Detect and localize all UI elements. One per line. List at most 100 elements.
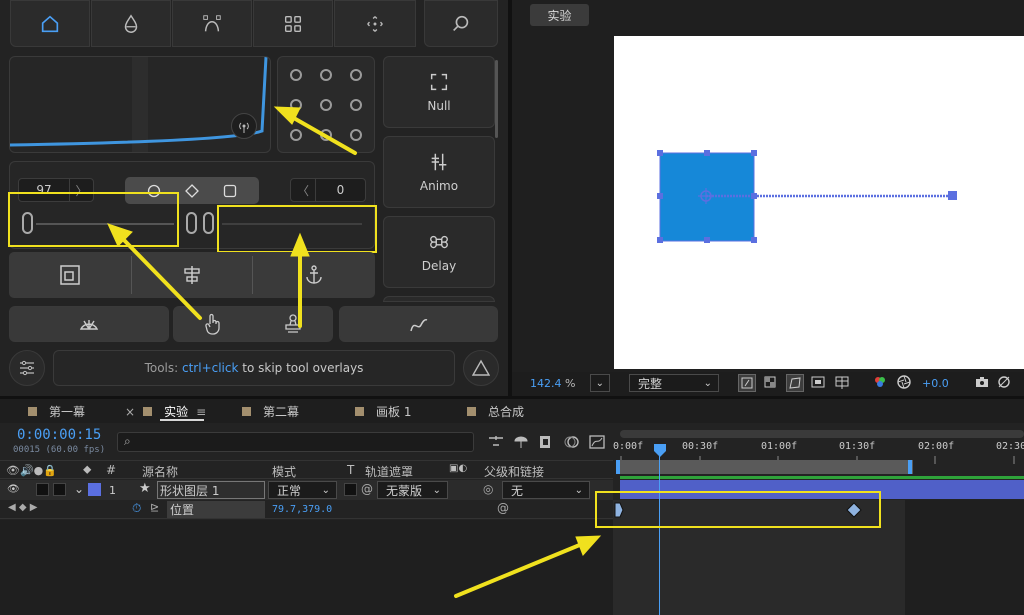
color-management-button[interactable] (896, 374, 914, 392)
curve-button[interactable] (339, 306, 498, 342)
viewer-toolbar: 142.4 % ⌄ 完整 ⌄ +0.0 (512, 372, 1024, 396)
drop-tool-button[interactable] (91, 0, 171, 47)
snapshot-button[interactable] (974, 374, 992, 392)
channels-button[interactable] (872, 374, 890, 392)
mask-visibility-button[interactable] (786, 374, 804, 392)
track-matte-dropdown[interactable]: 无蒙版 ⌄ (377, 481, 448, 499)
tab-scene-1[interactable]: 第一幕 (28, 403, 85, 420)
graph-toggle-icon[interactable]: ⊵ (150, 501, 159, 514)
tab-scene-2[interactable]: 第二幕 (242, 403, 299, 420)
tab-artboard-1[interactable]: 画板 1 (355, 403, 411, 420)
layer-label-color[interactable] (88, 483, 101, 496)
expression-pickwhip-icon[interactable]: @ (497, 501, 509, 515)
anchor-grid[interactable] (277, 56, 375, 153)
zoom-dropdown[interactable]: ⌄ (590, 374, 610, 392)
anchor-dot[interactable] (290, 129, 302, 141)
settings-button[interactable] (9, 350, 45, 386)
anchor-dot[interactable] (350, 129, 362, 141)
solo-switch[interactable] (36, 483, 49, 496)
keyframe-navigator-icons[interactable]: ◀ ◆ ▶ (8, 502, 37, 513)
comp-tab[interactable]: 实验 (530, 4, 589, 26)
show-snapshot-button[interactable] (996, 374, 1014, 392)
close-icon[interactable]: × (125, 405, 135, 419)
anchor-dot[interactable] (320, 129, 332, 141)
hand-tool-button[interactable] (173, 306, 253, 342)
pickwhip-icon[interactable]: ◎ (483, 482, 493, 496)
square-shape-icon[interactable] (223, 184, 237, 198)
shape-layer-preview[interactable] (614, 36, 1024, 369)
header-t: T (347, 463, 355, 477)
tab-menu-icon[interactable]: ≡ (196, 405, 206, 419)
work-area-start[interactable] (616, 460, 620, 474)
preserve-transparency-switch[interactable] (344, 483, 357, 496)
layer-name-field[interactable]: 形状图层 1 (157, 481, 265, 499)
mid-slider-handle-b[interactable] (203, 212, 214, 234)
ease-graph[interactable] (9, 56, 271, 153)
anchor-dot[interactable] (350, 69, 362, 81)
tab-experiment[interactable]: × 实验 ≡ (125, 403, 206, 420)
parent-dropdown[interactable]: 无 ⌄ (502, 481, 590, 499)
anchor-dot[interactable] (290, 69, 302, 81)
home-icon (41, 15, 59, 32)
work-area-end[interactable] (908, 460, 912, 474)
work-area-bar[interactable] (617, 460, 913, 474)
header-mode[interactable]: 模式 (272, 463, 296, 480)
anchor-tool-button[interactable] (334, 0, 416, 47)
shy-layers-icon[interactable] (512, 433, 529, 451)
anchor-icon (306, 265, 322, 284)
current-timecode[interactable]: 0:00:00:15 (17, 427, 101, 443)
fan-button[interactable] (9, 306, 169, 342)
search-tool-button[interactable] (424, 0, 498, 47)
region-of-interest-button[interactable] (810, 374, 828, 392)
animo-button[interactable]: Animo (383, 136, 495, 208)
blend-mode-dropdown[interactable]: 正常 ⌄ (268, 481, 337, 499)
right-decrement-arrow[interactable]: 〈 (291, 182, 315, 199)
grid-guides-button[interactable] (834, 374, 852, 392)
align-button[interactable] (132, 252, 252, 298)
mid-slider-handle-a[interactable] (186, 212, 197, 234)
panel-scrollbar[interactable] (495, 60, 498, 138)
exposure-value[interactable]: +0.0 (922, 377, 949, 390)
diamond-shape-icon[interactable] (185, 183, 199, 198)
expand-chevron-icon[interactable]: ⌄ (74, 482, 84, 496)
anchor-dot[interactable] (290, 99, 302, 111)
right-value-field[interactable]: 〈 0 (290, 178, 366, 202)
more-button[interactable] (383, 296, 495, 302)
broadcast-button[interactable] (231, 113, 257, 139)
playhead-line[interactable] (659, 444, 660, 615)
grid-tool-button[interactable] (253, 0, 333, 47)
zoom-value[interactable]: 142.4 (530, 377, 562, 390)
layer-search-input[interactable]: ⌕ (117, 432, 474, 452)
playhead-marker[interactable] (654, 444, 666, 458)
stopwatch-icon[interactable]: ⏱ (132, 501, 141, 516)
header-parent-link[interactable]: 父级和链接 (484, 463, 544, 480)
bezier-tool-button[interactable] (172, 0, 252, 47)
motion-blur-icon[interactable] (563, 433, 580, 451)
matte-link-icon[interactable]: @ (361, 482, 373, 496)
anchor-dot[interactable] (350, 99, 362, 111)
anchor-point-button[interactable] (253, 252, 375, 298)
time-navigator[interactable] (620, 430, 1024, 438)
transparency-grid-button[interactable] (762, 374, 780, 392)
resize-button[interactable] (9, 252, 131, 298)
stamp-tool-button[interactable] (253, 306, 333, 342)
comp-canvas[interactable] (614, 36, 1024, 369)
frame-blending-icon[interactable] (537, 433, 554, 451)
lock-switch[interactable] (53, 483, 66, 496)
position-value[interactable]: 79.7,379.0 (272, 504, 332, 515)
tab-master-comp[interactable]: 总合成 (467, 403, 524, 420)
property-name[interactable]: 位置 (167, 501, 265, 518)
fast-preview-button[interactable] (738, 374, 756, 392)
anchor-dot[interactable] (320, 99, 332, 111)
home-tool-button[interactable] (10, 0, 90, 47)
composition-flowchart-icon[interactable] (487, 433, 504, 451)
null-button[interactable]: Null (383, 56, 495, 128)
header-track-matte[interactable]: 轨道遮罩 (365, 463, 413, 480)
anchor-dot[interactable] (320, 69, 332, 81)
quality-dropdown[interactable]: 完整 ⌄ (629, 374, 719, 392)
delay-button[interactable]: Delay (383, 216, 495, 288)
graph-editor-icon[interactable] (588, 433, 605, 451)
eye-icon[interactable]: 👁 (7, 484, 20, 495)
header-source-name[interactable]: 源名称 (142, 463, 178, 480)
warning-button[interactable] (463, 350, 499, 386)
